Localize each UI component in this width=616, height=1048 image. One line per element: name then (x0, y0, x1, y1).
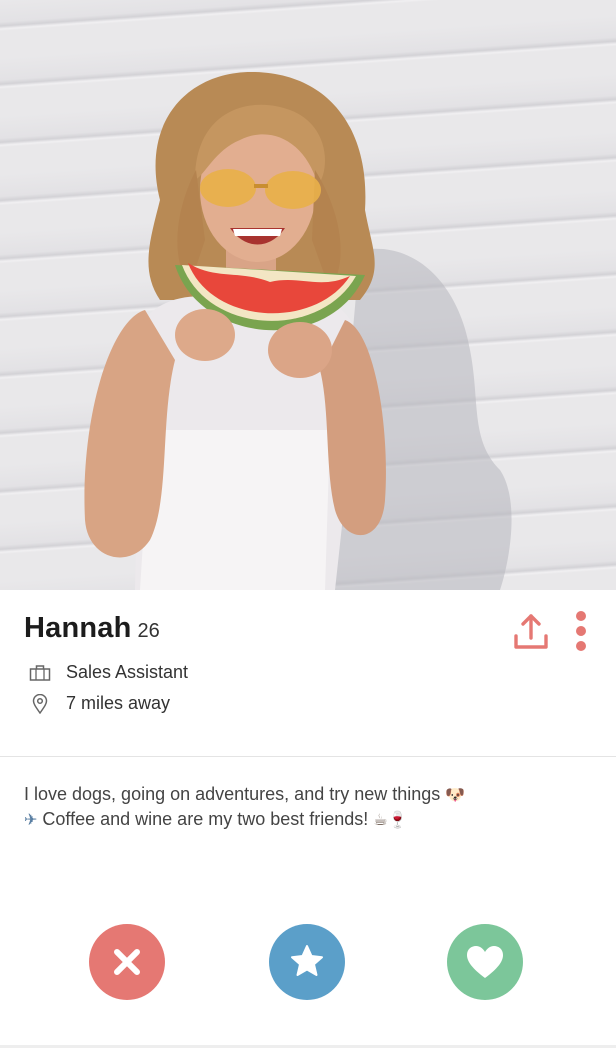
briefcase-icon (28, 663, 52, 683)
dog-emoji: 🐶 (445, 785, 466, 804)
divider (0, 756, 616, 757)
more-options-button[interactable] (570, 610, 592, 652)
profile-photo[interactable] (0, 0, 616, 590)
super-like-button[interactable] (269, 924, 345, 1000)
more-vertical-icon (576, 611, 586, 651)
name-row: Hannah 26 (24, 612, 160, 645)
like-button[interactable] (447, 924, 523, 1000)
star-icon (291, 945, 323, 979)
profile-photo-illustration (84, 71, 512, 590)
wine-emoji: 🍷 (387, 810, 408, 829)
job-title: Sales Assistant (66, 662, 189, 682)
location-row: 7 miles away (28, 693, 170, 714)
heart-icon (467, 946, 503, 978)
share-button[interactable] (512, 610, 550, 652)
location-pin-icon (28, 693, 52, 714)
plane-emoji: ✈ (24, 810, 38, 829)
bio-text: I love dogs, going on adventures, and tr… (24, 784, 441, 804)
distance-text: 7 miles away (66, 693, 171, 713)
share-icon (514, 614, 548, 649)
profile-info: Hannah 26 Sales Assistant 7 miles away (0, 590, 616, 756)
coffee-emoji: ☕ (373, 810, 388, 829)
bio-text-line2: Coffee and wine are my two best friends! (42, 809, 369, 829)
profile-bio: I love dogs, going on adventures, and tr… (24, 782, 594, 832)
job-row: Sales Assistant (28, 662, 188, 683)
profile-age: 26 (137, 620, 160, 642)
profile-name: Hannah (24, 612, 132, 644)
close-icon (114, 949, 140, 975)
nope-button[interactable] (89, 924, 165, 1000)
